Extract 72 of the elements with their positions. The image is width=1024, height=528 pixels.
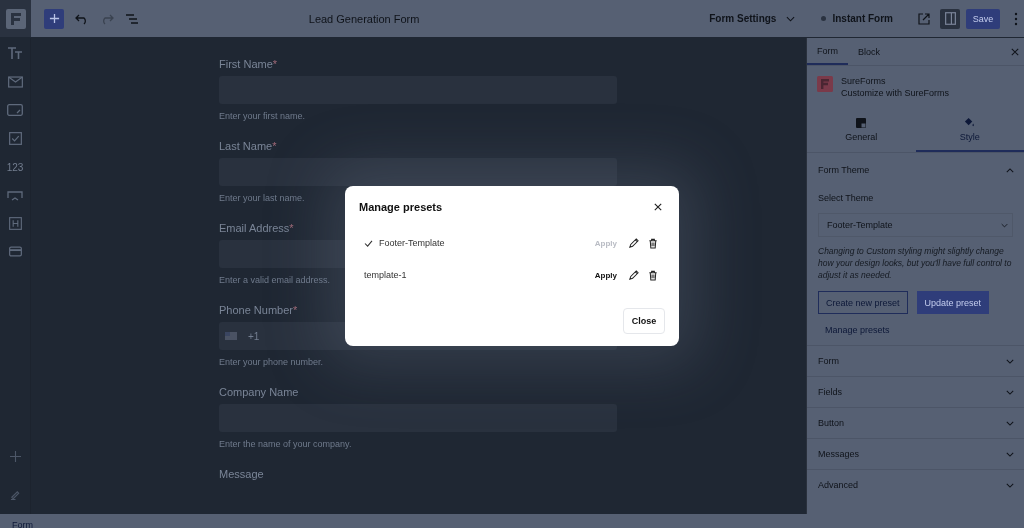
paint-bucket-icon bbox=[964, 116, 976, 128]
manage-presets-link[interactable]: Manage presets bbox=[825, 325, 890, 335]
field-label: Company Name bbox=[219, 386, 299, 398]
field-label: Last Name* bbox=[219, 140, 277, 152]
flag-icon bbox=[225, 332, 237, 340]
form-settings-button[interactable]: Form Settings bbox=[709, 13, 796, 24]
field-label: Email Address* bbox=[219, 222, 294, 234]
accordion-section[interactable]: Fields bbox=[807, 376, 1024, 407]
document-title: Lead Generation Form bbox=[308, 12, 420, 25]
logo-icon[interactable] bbox=[5, 8, 26, 29]
field-label: Select Theme bbox=[818, 193, 874, 203]
more-options-icon[interactable] bbox=[1014, 11, 1018, 26]
plugin-subtitle: Customize with SureForms bbox=[841, 88, 950, 98]
plus-icon[interactable] bbox=[9, 451, 21, 462]
accordion-section[interactable]: Messages bbox=[807, 438, 1024, 469]
section-title: Form Theme bbox=[818, 165, 870, 175]
mode-tab[interactable]: General bbox=[807, 108, 916, 152]
add-block-button[interactable] bbox=[44, 8, 64, 29]
accordion-section[interactable]: Advanced bbox=[807, 469, 1024, 500]
text-tool-icon[interactable] bbox=[7, 46, 23, 60]
help-text: Enter a valid email address. bbox=[219, 275, 331, 285]
dialog-title: Manage presets bbox=[359, 200, 443, 213]
instant-form-button[interactable]: Instant Form bbox=[821, 13, 893, 24]
layout-icon bbox=[856, 118, 867, 128]
help-text: Enter the name of your company. bbox=[219, 439, 352, 449]
field-label: Phone Number* bbox=[219, 304, 298, 316]
chevron-down-icon bbox=[786, 15, 796, 22]
help-text: Changing to Custom styling might slightly change how your design looks, but you'll have full control to adjust it as needed. bbox=[818, 245, 1013, 281]
number-field-tool[interactable]: 123 bbox=[6, 161, 24, 175]
panel-tab[interactable]: Form bbox=[807, 38, 848, 65]
logo-icon bbox=[817, 76, 833, 92]
dropdown-tool-icon[interactable] bbox=[7, 191, 23, 201]
accordion-section[interactable]: Form bbox=[807, 345, 1024, 376]
plus-icon bbox=[48, 13, 60, 24]
close-button[interactable]: Close bbox=[623, 308, 665, 334]
theme-select[interactable]: Footer-Template bbox=[818, 213, 1013, 237]
create-preset-button[interactable]: Create new preset bbox=[818, 291, 908, 314]
chevron-down-icon bbox=[1001, 222, 1008, 228]
textarea-tool-icon[interactable] bbox=[7, 104, 23, 116]
trash-icon[interactable] bbox=[648, 237, 658, 249]
mode-tab[interactable]: Style bbox=[915, 108, 1024, 152]
help-text: Enter your first name. bbox=[219, 111, 306, 121]
panel-icon bbox=[944, 12, 956, 25]
update-preset-button[interactable]: Update preset bbox=[916, 291, 990, 314]
apply-button[interactable]: Apply bbox=[594, 238, 617, 248]
pen-icon[interactable] bbox=[9, 489, 21, 500]
preset-name: template-1 bbox=[364, 270, 408, 280]
heading-tool-icon[interactable] bbox=[8, 217, 22, 230]
sidebar-toggle-button[interactable] bbox=[940, 8, 960, 29]
accordion-section[interactable]: Button bbox=[807, 407, 1024, 438]
apply-button[interactable]: Apply bbox=[594, 270, 617, 280]
plugin-name: SureForms bbox=[841, 76, 886, 86]
edit-icon[interactable] bbox=[628, 237, 639, 249]
card-tool-icon[interactable] bbox=[8, 246, 22, 257]
chevron-icon[interactable] bbox=[1006, 167, 1014, 173]
preset-name: Footer-Template bbox=[379, 238, 446, 248]
help-text: Enter your last name. bbox=[219, 193, 305, 203]
undo-icon[interactable] bbox=[75, 12, 89, 25]
trash-icon[interactable] bbox=[648, 269, 658, 281]
input-field[interactable] bbox=[219, 158, 617, 186]
help-text: Enter your phone number. bbox=[219, 357, 324, 367]
save-button[interactable]: Save bbox=[966, 8, 1000, 29]
list-view-icon[interactable] bbox=[125, 12, 139, 25]
checkbox-tool-icon[interactable] bbox=[8, 132, 22, 145]
edit-icon[interactable] bbox=[628, 269, 639, 281]
close-icon[interactable] bbox=[654, 202, 662, 211]
breadcrumb[interactable]: Form bbox=[12, 520, 33, 528]
field-label: Message bbox=[219, 468, 264, 480]
envelope-icon[interactable] bbox=[7, 76, 23, 88]
panel-tab[interactable]: Block bbox=[848, 38, 890, 65]
field-label: First Name* bbox=[219, 58, 278, 70]
external-link-icon[interactable] bbox=[917, 11, 931, 26]
